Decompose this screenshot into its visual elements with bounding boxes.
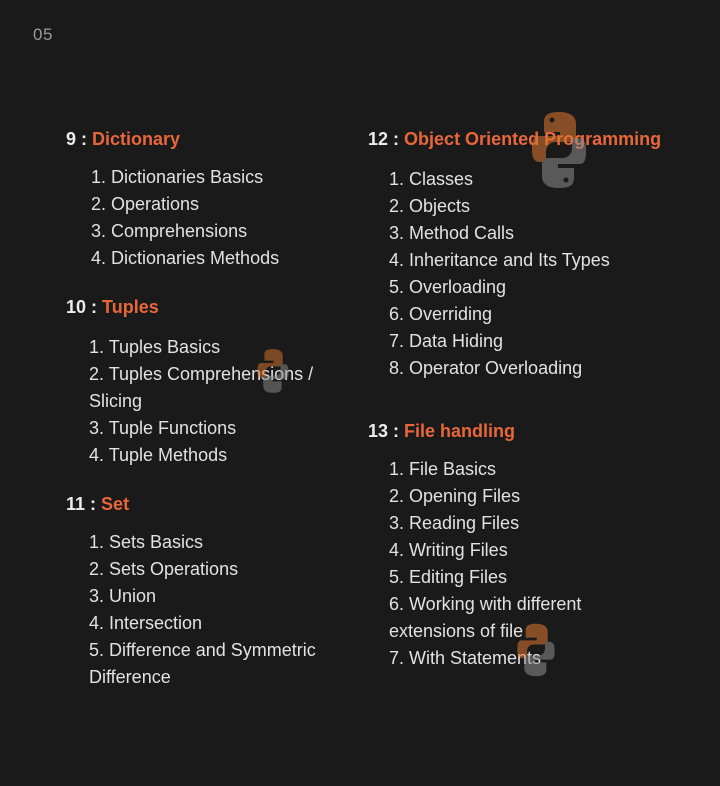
list-item: 1. File Basics [389, 459, 497, 479]
section-title: 10 : Tuples [66, 297, 341, 318]
topic-list: 1. Classes 2. Objects 3. Method Calls 4.… [368, 166, 708, 382]
python-logo-icon [532, 112, 586, 188]
page-number: 05 [33, 25, 53, 44]
section-number: 11 : [66, 494, 97, 514]
list-item: 6. Working with different extensions of … [389, 594, 582, 641]
list-item: 1. Sets Basics [89, 532, 204, 552]
list-item: 3. Method Calls [389, 223, 515, 243]
python-logo-icon [257, 349, 289, 393]
list-item: 2. Opening Files [389, 486, 521, 506]
section-set: 11 : Set 1. Sets Basics 2. Sets Operatio… [66, 494, 341, 691]
list-item: 3. Comprehensions [91, 221, 248, 241]
list-item: 4. Dictionaries Methods [91, 248, 280, 268]
list-item: 3. Union [89, 586, 157, 606]
topic-list: 1. Tuples Basics 2. Tuples Comprehension… [66, 334, 341, 469]
section-dictionary: 9 : Dictionary 1. Dictionaries Basics 2.… [66, 129, 346, 272]
list-item: 2. Tuples Comprehensions / Slicing [89, 364, 314, 411]
topic-list: 1. Dictionaries Basics 2. Operations 3. … [66, 164, 346, 272]
section-number: 9 : [66, 129, 88, 149]
section-title-text: Dictionary [92, 129, 181, 149]
list-item: 4. Writing Files [389, 540, 508, 560]
section-tuples: 10 : Tuples 1. Tuples Basics 2. Tuples C… [66, 297, 341, 469]
list-item: 7. Data Hiding [389, 331, 504, 351]
list-item: 8. Operator Overloading [389, 358, 583, 378]
section-title-text: File handling [404, 421, 516, 441]
section-title: 13 : File handling [368, 421, 708, 442]
list-item: 2. Objects [389, 196, 471, 216]
list-item: 4. Inheritance and Its Types [389, 250, 610, 270]
list-item: 3. Reading Files [389, 513, 520, 533]
section-number: 13 : [368, 421, 400, 441]
list-item: 3. Tuple Functions [89, 418, 237, 438]
section-number: 10 : [66, 297, 98, 317]
list-item: 1. Tuples Basics [89, 337, 221, 357]
python-logo-icon [517, 623, 555, 677]
section-number: 12 : [368, 129, 400, 149]
section-title-text: Tuples [102, 297, 159, 317]
list-item: 4. Intersection [89, 613, 203, 633]
list-item: 5. Difference and Symmetric Difference [89, 640, 316, 687]
section-title: 11 : Set [66, 494, 341, 515]
list-item: 5. Overloading [389, 277, 507, 297]
list-item: 2. Sets Operations [89, 559, 239, 579]
list-item: 4. Tuple Methods [89, 445, 228, 465]
topic-list: 1. Sets Basics 2. Sets Operations 3. Uni… [66, 529, 341, 691]
section-title-text: Set [101, 494, 130, 514]
list-item: 5. Editing Files [389, 567, 508, 587]
list-item: 6. Overriding [389, 304, 493, 324]
list-item: 1. Dictionaries Basics [91, 167, 264, 187]
list-item: 2. Operations [91, 194, 200, 214]
section-title: 9 : Dictionary [66, 129, 346, 150]
